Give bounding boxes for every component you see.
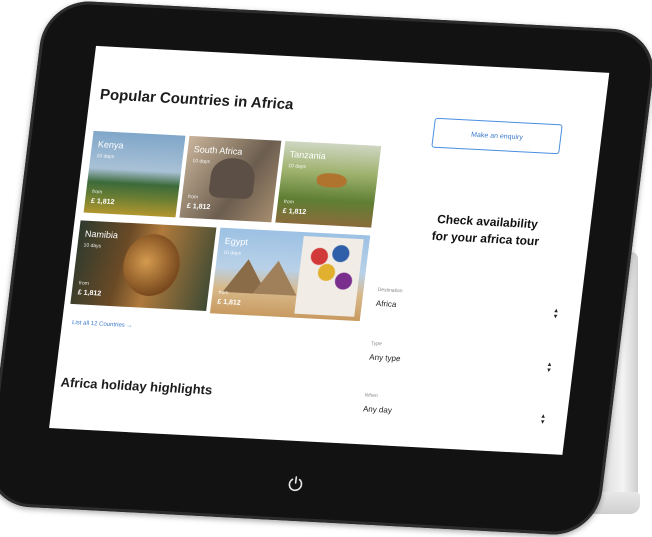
country-name: Tanzania — [289, 149, 327, 162]
country-price-from: from — [187, 193, 199, 201]
availability-heading: Check availability for your africa tour — [411, 210, 561, 251]
make-enquiry-button[interactable]: Make an enquiry — [431, 117, 563, 155]
pyramid-photo — [252, 259, 301, 296]
home-button[interactable] — [283, 474, 308, 497]
country-card-namibia[interactable]: Namibia 10 days from £ 1,812 — [70, 220, 217, 312]
country-price: £ 1,812 — [90, 197, 115, 207]
when-value: Any day — [362, 404, 393, 415]
destination-select[interactable]: Destination Africa ▴ ▾ — [375, 287, 559, 321]
lion-photo — [119, 232, 184, 298]
elephant-photo — [208, 157, 257, 200]
country-card-south-africa[interactable]: South Africa 10 days from £ 1,812 — [179, 135, 282, 223]
list-all-countries-link[interactable]: List all 12 Countries → — [72, 320, 133, 329]
up-down-chevron-icon: ▴ ▾ — [540, 412, 546, 426]
country-price-from: from — [283, 198, 295, 206]
power-icon — [284, 473, 307, 498]
type-value: Any type — [368, 352, 401, 364]
country-name: Egypt — [224, 235, 249, 248]
country-card-kenya[interactable]: Kenya 10 days from £ 1,812 — [83, 130, 186, 218]
country-price-from: from — [78, 280, 90, 287]
country-card-egypt[interactable]: Egypt 10 days from £ 1,812 — [209, 227, 371, 322]
country-duration: 10 days — [192, 158, 211, 166]
up-down-chevron-icon: ▴ ▾ — [553, 307, 559, 321]
when-select[interactable]: When Any day ▴ ▾ — [362, 392, 546, 425]
country-price: £ 1,812 — [282, 207, 307, 217]
country-price: £ 1,812 — [216, 298, 242, 307]
destination-value: Africa — [375, 298, 397, 309]
country-duration: 10 days — [96, 153, 115, 161]
country-name: South Africa — [193, 144, 243, 157]
popular-countries-title: Popular Countries in Africa — [99, 86, 295, 114]
type-select[interactable]: Type Any type ▴ ▾ — [368, 341, 553, 375]
tablet-device: Popular Countries in Africa Kenya 10 day… — [0, 0, 652, 537]
holiday-highlights-title: Africa holiday highlights — [59, 374, 214, 398]
country-card-tanzania[interactable]: Tanzania 10 days from £ 1,812 — [275, 140, 382, 228]
country-price-from: from — [218, 289, 229, 297]
country-name: Kenya — [97, 139, 125, 151]
tablet-screen: Popular Countries in Africa Kenya 10 day… — [49, 45, 610, 455]
gazelle-photo — [315, 172, 348, 189]
country-price-from: from — [91, 188, 103, 196]
lanterns-photo — [294, 236, 364, 317]
country-duration: 10 days — [222, 249, 242, 257]
country-duration: 10 days — [287, 163, 307, 171]
up-down-chevron-icon: ▴ ▾ — [546, 361, 552, 375]
country-name: Namibia — [84, 228, 119, 241]
country-price: £ 1,812 — [77, 289, 102, 298]
country-duration: 10 days — [83, 242, 102, 250]
country-price: £ 1,812 — [186, 202, 211, 212]
